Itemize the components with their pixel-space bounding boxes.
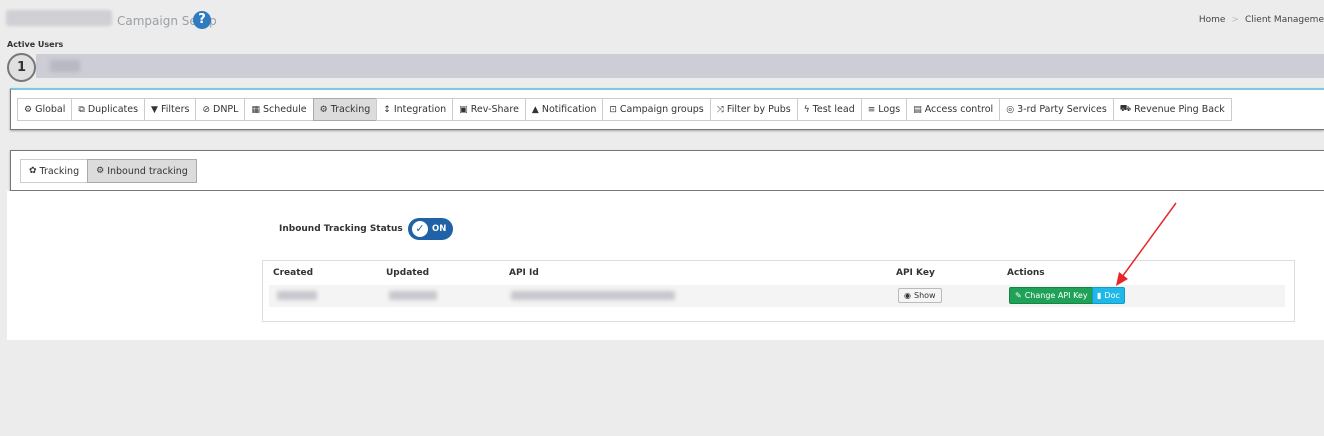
tab-access-control[interactable]: ▤ Access control bbox=[906, 98, 1001, 121]
handshake-icon: ◎ bbox=[1006, 104, 1015, 115]
tab-3-rd-party-services[interactable]: ◎ 3-rd Party Services bbox=[999, 98, 1114, 121]
tab-label: Global bbox=[35, 104, 66, 115]
tab-schedule[interactable]: ▦ Schedule bbox=[244, 98, 314, 121]
cart-icon: ⛟ bbox=[1119, 104, 1132, 114]
copy-icon: ⧉ bbox=[78, 104, 85, 115]
ban-icon: ⊘ bbox=[202, 104, 210, 115]
subtab-inbound-tracking[interactable]: ⚙ Inbound tracking bbox=[87, 159, 197, 183]
tab-label: Access control bbox=[924, 104, 994, 115]
tab-label: Filters bbox=[160, 104, 190, 115]
campaign-name-redacted bbox=[6, 10, 112, 26]
money-icon: ▣ bbox=[459, 104, 468, 115]
tab-rev-share[interactable]: ▣ Rev-Share bbox=[452, 98, 526, 121]
eye-icon: ◉ bbox=[904, 291, 911, 300]
tab-global[interactable]: ⚙ Global bbox=[17, 98, 73, 121]
tab-label: 3-rd Party Services bbox=[1017, 104, 1107, 115]
subtab-label: Tracking bbox=[39, 165, 80, 177]
doc-button[interactable]: ▮ Doc bbox=[1092, 287, 1125, 304]
column-header-created: Created bbox=[273, 268, 314, 278]
breadcrumb-client-management[interactable]: Client Manageme bbox=[1245, 15, 1324, 25]
tab-tracking[interactable]: ⚙ Tracking bbox=[312, 98, 378, 121]
settings-tab-bar: ⚙ Global ⧉ Duplicates ▼ Filters ⊘ DNPL ▦ Schedule… bbox=[17, 98, 1232, 121]
column-header-updated: Updated bbox=[386, 268, 430, 278]
active-user-bar bbox=[36, 54, 1324, 78]
tab-label: Schedule bbox=[262, 104, 307, 115]
tab-revenue-ping-back[interactable]: ⛟ Revenue Ping Back bbox=[1112, 98, 1232, 121]
tab-duplicates[interactable]: ⧉ Duplicates bbox=[71, 98, 146, 121]
tab-label: Tracking bbox=[330, 104, 371, 115]
tab-label: Filter by Pubs bbox=[726, 104, 791, 115]
column-header-api-key: API Key bbox=[896, 268, 935, 278]
subtab-label: Inbound tracking bbox=[107, 165, 188, 177]
settings-tabs-panel: ⚙ Global ⧉ Duplicates ▼ Filters ⊘ DNPL ▦ Schedule… bbox=[10, 88, 1324, 130]
column-header-api-id: API Id bbox=[509, 268, 539, 278]
tab-label: DNPL bbox=[213, 104, 239, 115]
inbound-tracking-panel: Inbound Tracking Status ✓ ON Created Upd… bbox=[7, 191, 1324, 340]
page-header: Campaign Setup ? Home > Client Manageme bbox=[0, 0, 1324, 40]
updated-value-redacted bbox=[389, 291, 437, 300]
arrows-vertical-icon: ↕ bbox=[383, 104, 391, 115]
tab-label: Notification bbox=[541, 104, 597, 115]
filter-icon: ▼ bbox=[151, 104, 158, 115]
tab-label: Campaign groups bbox=[619, 104, 704, 115]
toggle-text: ON bbox=[432, 224, 447, 234]
tab-dnpl[interactable]: ⊘ DNPL bbox=[195, 98, 246, 121]
tab-label: Integration bbox=[393, 104, 447, 115]
active-users-label: Active Users bbox=[7, 40, 64, 49]
edit-icon: ✎ bbox=[1015, 291, 1022, 300]
column-header-actions: Actions bbox=[1007, 268, 1045, 278]
active-users-count: 1 bbox=[7, 53, 36, 82]
cogs-icon: ⚙ bbox=[319, 104, 328, 115]
tab-label: Duplicates bbox=[87, 104, 139, 115]
show-button-label: Show bbox=[913, 291, 936, 300]
doc-button-label: Doc bbox=[1104, 291, 1120, 300]
random-icon: ⤨ bbox=[716, 104, 724, 115]
change-api-key-button[interactable]: ✎ Change API Key bbox=[1009, 287, 1094, 304]
tab-integration[interactable]: ↕ Integration bbox=[376, 98, 454, 121]
file-lock-icon: ▤ bbox=[913, 104, 922, 115]
check-circle-icon: ✓ bbox=[412, 221, 428, 237]
inbound-tracking-toggle[interactable]: ✓ ON bbox=[408, 218, 453, 240]
active-user-redacted bbox=[50, 60, 80, 72]
api-keys-table: Created Updated API Id API Key Actions ◉… bbox=[262, 260, 1295, 322]
tab-test-lead[interactable]: ϟ Test lead bbox=[796, 98, 862, 121]
calendar-icon: ▦ bbox=[251, 104, 260, 115]
question-circle-icon[interactable]: ? bbox=[193, 11, 211, 29]
tab-campaign-groups[interactable]: ⊡ Campaign groups bbox=[602, 98, 711, 121]
breadcrumb-separator: > bbox=[1231, 15, 1240, 25]
tab-label: Rev-Share bbox=[470, 104, 519, 115]
list-icon: ≡ bbox=[867, 104, 876, 115]
inbound-tracking-status-label: Inbound Tracking Status bbox=[279, 224, 403, 234]
tab-logs[interactable]: ≡ Logs bbox=[860, 98, 908, 121]
tracking-subtabs-panel: ✿ Tracking ⚙ Inbound tracking bbox=[10, 150, 1324, 191]
tab-label: Logs bbox=[878, 104, 901, 115]
api-id-value-redacted bbox=[511, 291, 675, 300]
subtab-tracking[interactable]: ✿ Tracking bbox=[20, 159, 89, 183]
cog-icon: ✿ bbox=[29, 166, 37, 176]
bolt-icon: ϟ bbox=[803, 104, 810, 115]
show-api-key-button[interactable]: ◉ Show bbox=[898, 288, 942, 303]
book-icon: ▮ bbox=[1097, 291, 1102, 300]
bell-icon: ▲ bbox=[531, 104, 539, 115]
change-api-key-label: Change API Key bbox=[1024, 291, 1088, 300]
object-group-icon: ⊡ bbox=[609, 104, 617, 115]
created-value-redacted bbox=[277, 291, 317, 300]
tab-filters[interactable]: ▼ Filters bbox=[144, 98, 197, 121]
cogs-icon: ⚙ bbox=[24, 104, 33, 115]
breadcrumb-home[interactable]: Home bbox=[1199, 15, 1226, 25]
cogs-icon: ⚙ bbox=[96, 166, 105, 176]
tab-label: Revenue Ping Back bbox=[1134, 104, 1225, 115]
tracking-subtab-bar: ✿ Tracking ⚙ Inbound tracking bbox=[20, 159, 197, 183]
tab-filter-by-pubs[interactable]: ⤨ Filter by Pubs bbox=[709, 98, 798, 121]
tab-label: Test lead bbox=[812, 104, 855, 115]
tab-notification[interactable]: ▲ Notification bbox=[524, 98, 604, 121]
breadcrumb: Home > Client Manageme bbox=[1199, 15, 1324, 25]
